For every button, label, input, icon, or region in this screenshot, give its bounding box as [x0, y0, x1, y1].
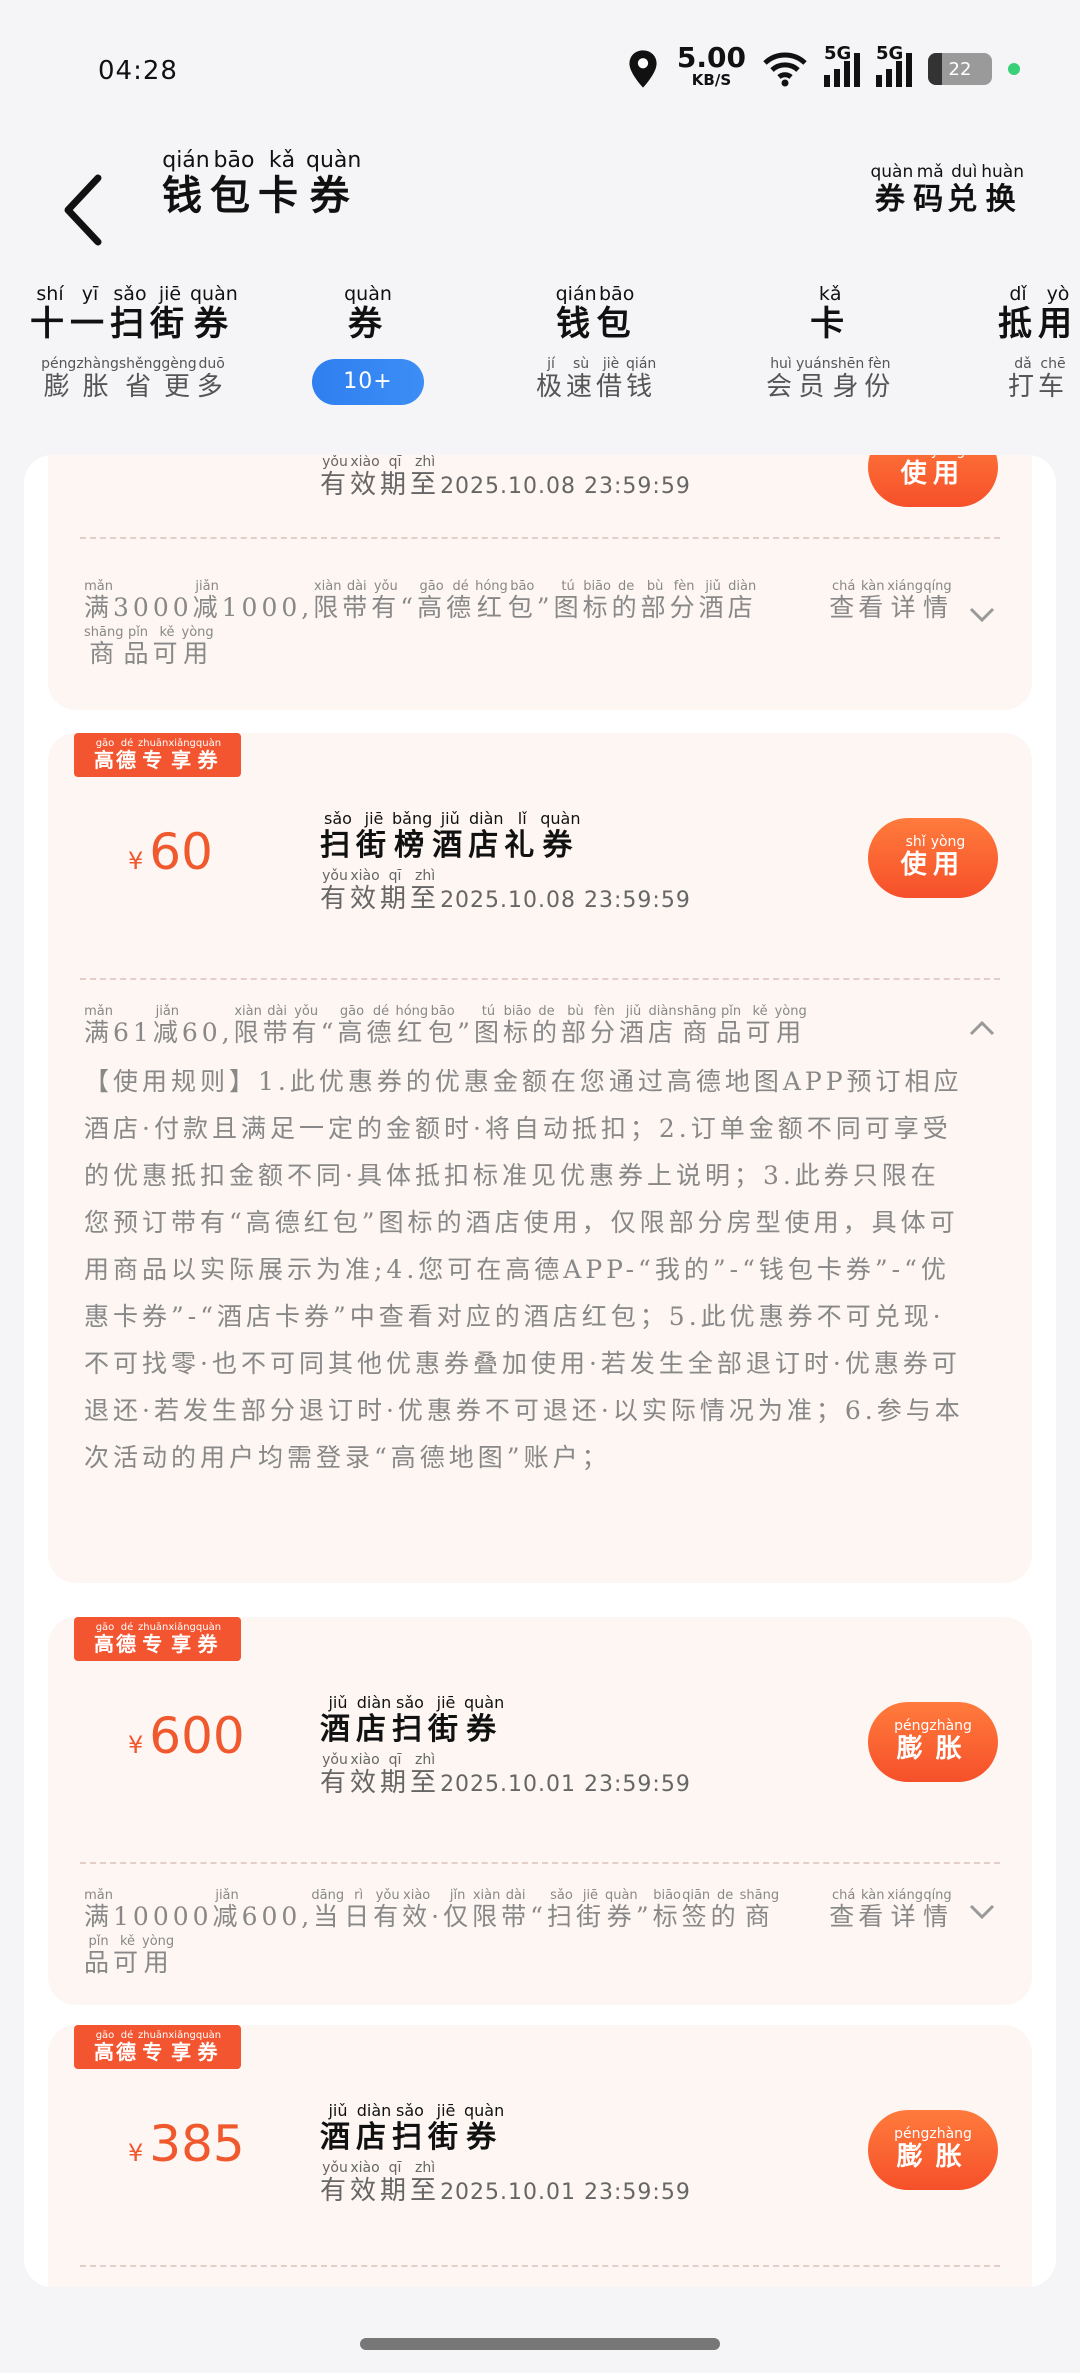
network-speed: 5.00 KB/S: [676, 41, 746, 90]
divider: [80, 1862, 1000, 1864]
location-icon: [629, 50, 657, 88]
coupon-validity: 有yǒu效xiào期qī至zhì2025.10.01 23:59:59: [320, 2160, 691, 2206]
clock: 04:28: [98, 56, 178, 86]
tab-deduction[interactable]: 抵dǐ用yò 打dǎ车chē: [998, 285, 1078, 403]
exclusive-tag: 高gāo 德dé 专zhuān 享xiǎng 券quàn: [74, 733, 242, 777]
coupon-validity: 有yǒu效xiào期qī至zhì2025.10.01 23:59:59: [320, 1752, 691, 1798]
back-arrow-icon[interactable]: [56, 160, 116, 260]
divider: [80, 537, 1000, 539]
charging-dot: [1008, 63, 1020, 75]
signal-1-icon: 5G: [824, 43, 860, 87]
usage-rules: 【使用规则】1.此优惠券的优惠金额在您通过高德地图APP预订相应酒店·付款且满足…: [84, 1067, 964, 1472]
coupon-condition: 满mǎn10000减jiǎn600,当dāng日rì有yǒu效xiào·仅jǐn…: [84, 1888, 780, 1977]
page-title: 钱qián包bāo卡kǎ券quàn: [162, 148, 362, 219]
coupon-name: 酒jiǔ店diàn扫sǎo街jiē券quàn: [320, 2101, 505, 2155]
coupon-name: 扫sǎo街jiē榜bǎng酒jiǔ店diàn礼lǐ券quàn: [320, 809, 581, 863]
tab-wallet[interactable]: 钱qián包bāo 极jí速sù借jiè钱qián: [536, 285, 656, 403]
chevron-down-icon[interactable]: [968, 1902, 996, 1922]
wifi-icon: [763, 52, 807, 87]
coupon-name: 酒jiǔ店diàn扫sǎo街jiē券quàn: [320, 1693, 505, 1747]
view-details-link[interactable]: 查chá看kàn详xiáng情qíng: [829, 1888, 952, 1933]
signal-2-icon: 5G: [876, 43, 912, 87]
coupon-price: ¥60: [128, 823, 213, 881]
divider: [80, 2265, 1000, 2267]
use-button[interactable]: 使shǐ用yòng: [868, 818, 998, 898]
coupon-price: ¥385: [128, 2115, 245, 2173]
status-bar: 04:28 5.00 KB/S 5G 5G 22: [0, 0, 1080, 140]
tab-double-eleven[interactable]: 十shí一yī扫sǎo街jiē券quàn 膨péng胀zhàng省shěng更g…: [30, 285, 238, 403]
exclusive-tag: 高gāo 德dé 专zhuān 享xiǎng 券quàn: [74, 1617, 242, 1661]
chevron-up-icon[interactable]: [968, 1018, 996, 1038]
chevron-down-icon[interactable]: [968, 605, 996, 625]
header: 钱qián包bāo卡kǎ券quàn 券quàn码mǎ兑duì换huàn: [0, 140, 1080, 270]
coupon-card: 高gāo 德dé 专zhuān 享xiǎng 券quàn ¥385 酒jiǔ店diàn扫…: [48, 2025, 1032, 2287]
home-indicator[interactable]: [360, 2338, 720, 2350]
coupon-condition: 满mǎn3000减jiǎn1000,限xiàn带dài有yǒu“高gāo德dé红…: [84, 579, 757, 668]
coupon-validity: 有yǒu效xiào期qī至zhì2025.10.08 23:59:59: [320, 455, 691, 500]
tab-cards[interactable]: 卡kǎ 会huì员yuán身shēn份fèn: [766, 285, 894, 403]
view-details-link[interactable]: 查chá看kàn详xiáng情qíng: [829, 579, 952, 624]
divider: [80, 978, 1000, 980]
battery-icon: 22: [928, 53, 992, 85]
coupon-card: 高gāo 德dé 专zhuān 享xiǎng 券quàn ¥600 酒jiǔ店diàn扫…: [48, 1617, 1032, 2005]
expand-button[interactable]: 膨péng 胀zhàng: [868, 2110, 998, 2190]
coupon-validity: 有yǒu效xiào期qī至zhì2025.10.08 23:59:59: [320, 868, 691, 914]
coupon-condition: 满mǎn61减jiǎn60,限xiàn带dài有yǒu“高gāo德dé红hóng…: [84, 1004, 807, 1047]
tab-coupons[interactable]: 券quàn 10+: [312, 285, 424, 405]
coupon-card: ¥1000 有yǒu效xiào期qī至zhì2025.10.08 23:59:5…: [48, 455, 1032, 710]
coupon-count-badge: 10+: [312, 359, 424, 405]
use-button[interactable]: 使shǐ用yòng: [868, 455, 998, 507]
redeem-code-button[interactable]: 券quàn码mǎ兑duì换huàn: [870, 162, 1024, 218]
coupon-card: 高gāo 德dé 专zhuān 享xiǎng 券quàn ¥60 扫sǎo街jiē榜bǎ…: [48, 733, 1032, 1583]
exclusive-tag: 高gāo 德dé 专zhuān 享xiǎng 券quàn: [74, 2025, 242, 2069]
status-icons: 5.00 KB/S 5G 5G 22: [625, 41, 1020, 94]
category-tabs: 十shí一yī扫sǎo街jiē券quàn 膨péng胀zhàng省shěng更g…: [0, 285, 1080, 415]
coupon-price: ¥600: [128, 1707, 245, 1765]
coupon-list: ¥1000 有yǒu效xiào期qī至zhì2025.10.08 23:59:5…: [24, 455, 1056, 2287]
expand-button[interactable]: 膨péng 胀zhàng: [868, 1702, 998, 1782]
